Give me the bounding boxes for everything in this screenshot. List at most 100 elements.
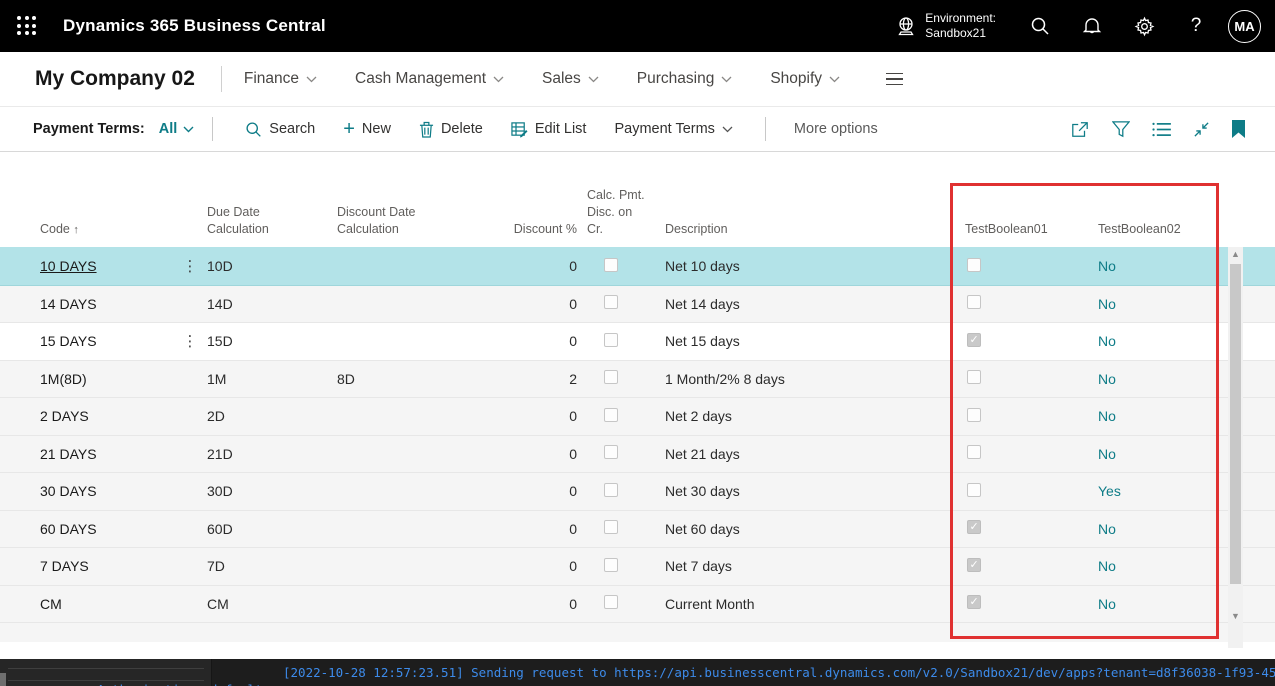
help-icon[interactable]: ?: [1170, 0, 1222, 52]
company-name[interactable]: My Company 02: [35, 67, 195, 91]
cell-due-date-calculation[interactable]: 60D: [207, 521, 337, 537]
testboolean01-checkbox[interactable]: [967, 482, 981, 497]
cell-code[interactable]: 1M(8D): [40, 371, 173, 387]
cell-calc-pmt-disc[interactable]: [587, 257, 665, 275]
cell-code[interactable]: 60 DAYS: [40, 521, 173, 537]
cell-testboolean02[interactable]: No: [1098, 333, 1218, 349]
cell-code[interactable]: 14 DAYS: [40, 296, 173, 312]
cell-discount-pct[interactable]: 2: [467, 371, 587, 387]
edit-list-button[interactable]: Edit List: [511, 121, 586, 138]
cell-calc-pmt-disc[interactable]: [587, 295, 665, 312]
table-row[interactable]: 21 DAYS 21D 0 Net 21 days No: [0, 434, 1275, 472]
cell-calc-pmt-disc[interactable]: [587, 332, 665, 350]
avatar[interactable]: MA: [1228, 9, 1261, 43]
vertical-scrollbar[interactable]: ▲ ▼: [1228, 247, 1243, 648]
table-row[interactable]: 60 DAYS 60D 0 Net 60 days No: [0, 509, 1275, 547]
app-launcher-icon[interactable]: [15, 14, 39, 38]
cell-code[interactable]: 30 DAYS: [40, 483, 173, 499]
more-sections-icon[interactable]: [886, 72, 904, 86]
cell-due-date-calculation[interactable]: 1M: [207, 371, 337, 387]
testboolean01-checkbox[interactable]: [967, 557, 981, 572]
scroll-down-icon[interactable]: ▼: [1228, 609, 1243, 624]
cell-discount-pct[interactable]: 0: [467, 483, 587, 499]
testboolean01-checkbox[interactable]: [967, 332, 981, 347]
table-row[interactable]: 15 DAYS ⋮ 15D 0 Net 15 days No: [0, 322, 1275, 360]
testboolean01-checkbox[interactable]: [967, 595, 981, 610]
more-options-button[interactable]: More options: [794, 121, 878, 137]
calc-pmt-checkbox[interactable]: [604, 557, 618, 572]
cell-discount-pct[interactable]: 0: [467, 258, 587, 274]
filter-icon[interactable]: [1112, 120, 1130, 138]
column-header-due-date-calculation[interactable]: Due Date Calculation: [207, 204, 337, 238]
calc-pmt-checkbox[interactable]: [604, 257, 618, 272]
column-header-discount-date-calculation[interactable]: Discount Date Calculation: [337, 204, 467, 238]
calc-pmt-checkbox[interactable]: [604, 295, 618, 310]
list-view-icon[interactable]: [1152, 122, 1171, 137]
cell-code[interactable]: 2 DAYS: [40, 408, 173, 424]
cell-testboolean02[interactable]: No: [1098, 446, 1218, 462]
cell-due-date-calculation[interactable]: CM: [207, 596, 337, 612]
nav-item-purchasing[interactable]: Purchasing: [637, 70, 733, 88]
cell-due-date-calculation[interactable]: 30D: [207, 483, 337, 499]
cell-discount-pct[interactable]: 0: [467, 408, 587, 424]
cell-discount-pct[interactable]: 0: [467, 446, 587, 462]
table-row[interactable]: 14 DAYS 14D 0 Net 14 days No: [0, 284, 1275, 322]
nav-item-shopify[interactable]: Shopify: [770, 70, 840, 88]
nav-item-finance[interactable]: Finance: [244, 70, 317, 88]
app-title[interactable]: Dynamics 365 Business Central: [63, 16, 326, 36]
table-row[interactable]: 7 DAYS 7D 0 Net 7 days No: [0, 547, 1275, 585]
calc-pmt-checkbox[interactable]: [604, 482, 618, 497]
cell-description[interactable]: Net 60 days: [665, 521, 965, 537]
column-header-testboolean01[interactable]: TestBoolean01: [965, 221, 1098, 238]
cell-description[interactable]: Net 7 days: [665, 558, 965, 574]
column-header-description[interactable]: Description: [665, 221, 965, 238]
cell-testboolean02[interactable]: No: [1098, 258, 1218, 274]
calc-pmt-checkbox[interactable]: [604, 370, 618, 385]
nav-item-cash-management[interactable]: Cash Management: [355, 70, 504, 88]
cell-testboolean02[interactable]: No: [1098, 371, 1218, 387]
cell-testboolean01[interactable]: [965, 520, 1098, 537]
cell-calc-pmt-disc[interactable]: [587, 595, 665, 612]
testboolean01-checkbox[interactable]: [967, 407, 981, 422]
cell-due-date-calculation[interactable]: 21D: [207, 446, 337, 462]
cell-discount-pct[interactable]: 0: [467, 333, 587, 349]
cell-code[interactable]: 7 DAYS: [40, 558, 173, 574]
environment-indicator[interactable]: Environment: Sandbox21: [895, 11, 996, 41]
terminal-strip[interactable]: [2022-10-28 12:57:23.51] Sending request…: [0, 659, 1275, 686]
scrollbar-thumb[interactable]: [1230, 264, 1241, 584]
cell-calc-pmt-disc[interactable]: [587, 557, 665, 575]
search-icon[interactable]: [1014, 0, 1066, 52]
cell-testboolean02[interactable]: No: [1098, 521, 1218, 537]
cell-calc-pmt-disc[interactable]: [587, 445, 665, 462]
cell-due-date-calculation[interactable]: 14D: [207, 296, 337, 312]
testboolean01-checkbox[interactable]: [967, 370, 981, 385]
testboolean01-checkbox[interactable]: [967, 520, 981, 535]
testboolean01-checkbox[interactable]: [967, 295, 981, 310]
cell-calc-pmt-disc[interactable]: [587, 520, 665, 537]
calc-pmt-checkbox[interactable]: [604, 445, 618, 460]
nav-item-sales[interactable]: Sales: [542, 70, 599, 88]
cell-testboolean01[interactable]: [965, 332, 1098, 350]
calc-pmt-checkbox[interactable]: [604, 332, 618, 347]
cell-testboolean01[interactable]: [965, 595, 1098, 612]
table-row[interactable]: 1M(8D) 1M 8D 2 1 Month/2% 8 days No: [0, 359, 1275, 397]
cell-testboolean01[interactable]: [965, 407, 1098, 425]
search-button[interactable]: Search: [245, 121, 315, 138]
scroll-up-icon[interactable]: ▲: [1228, 247, 1243, 262]
settings-gear-icon[interactable]: [1118, 0, 1170, 52]
cell-description[interactable]: Current Month: [665, 596, 965, 612]
cell-testboolean02[interactable]: Yes: [1098, 483, 1218, 499]
column-header-testboolean02[interactable]: TestBoolean02: [1098, 221, 1218, 238]
cell-calc-pmt-disc[interactable]: [587, 370, 665, 387]
notifications-bell-icon[interactable]: [1066, 0, 1118, 52]
testboolean01-checkbox[interactable]: [967, 257, 981, 272]
cell-code[interactable]: 21 DAYS: [40, 446, 173, 462]
new-button[interactable]: + New: [343, 119, 391, 139]
cell-testboolean02[interactable]: No: [1098, 558, 1218, 574]
cell-calc-pmt-disc[interactable]: [587, 482, 665, 500]
row-menu-icon[interactable]: ⋮: [173, 257, 207, 275]
cell-testboolean01[interactable]: [965, 295, 1098, 312]
table-row[interactable]: 30 DAYS 30D 0 Net 30 days Yes: [0, 472, 1275, 510]
page-menu-payment-terms[interactable]: Payment Terms: [614, 121, 733, 137]
column-header-calc-pmt-disc[interactable]: Calc. Pmt. Disc. on Cr.: [587, 187, 665, 238]
